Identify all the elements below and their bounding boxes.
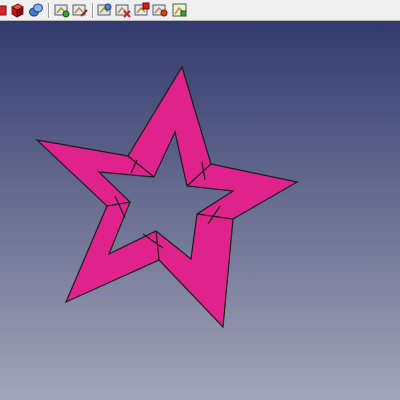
sketch-close-icon[interactable] [115,2,131,18]
sketch-map-icon[interactable] [97,2,113,18]
freecad-window [0,0,400,400]
viewport-background [0,21,400,400]
toolbar-separator [92,3,93,18]
sketch-mirror-icon[interactable] [152,2,168,18]
sketch-new-icon[interactable] [54,2,70,18]
part-cube-icon[interactable] [9,2,25,18]
3d-viewport[interactable] [0,21,400,400]
sketch-merge-icon[interactable] [172,2,188,18]
part-cylinder-icon[interactable] [28,2,44,18]
sketch-validate-icon[interactable] [134,2,150,18]
sketch-edit-icon[interactable] [72,2,88,18]
viewport-canvas [0,21,400,400]
toolbar-separator [48,3,49,18]
sketcher-toolbar [0,0,400,21]
